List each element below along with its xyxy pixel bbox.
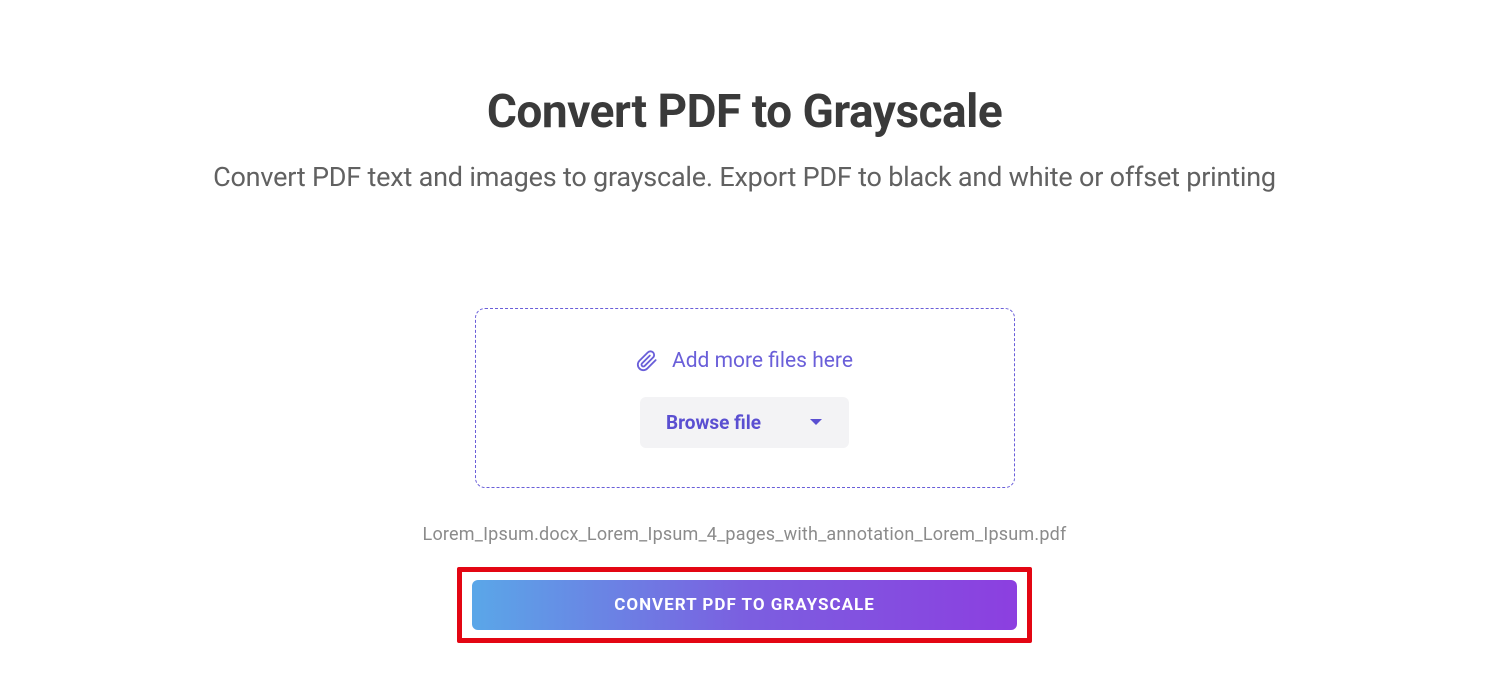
browse-file-button[interactable]: Browse file [640, 397, 849, 448]
page-container: Convert PDF to Grayscale Convert PDF tex… [0, 0, 1489, 643]
page-title: Convert PDF to Grayscale [487, 85, 1002, 139]
page-subtitle: Convert PDF text and images to grayscale… [213, 161, 1276, 193]
browse-file-label: Browse file [666, 411, 761, 434]
convert-button-highlight: CONVERT PDF TO GRAYSCALE [457, 567, 1032, 643]
file-dropzone[interactable]: Add more files here Browse file [475, 308, 1015, 488]
add-more-files-label: Add more files here [672, 349, 853, 373]
chevron-down-icon [809, 417, 823, 427]
uploaded-filename: Lorem_Ipsum.docx_Lorem_Ipsum_4_pages_wit… [423, 524, 1067, 545]
add-more-files-row[interactable]: Add more files here [636, 349, 853, 373]
paperclip-icon [636, 350, 658, 372]
convert-pdf-button[interactable]: CONVERT PDF TO GRAYSCALE [472, 580, 1017, 630]
